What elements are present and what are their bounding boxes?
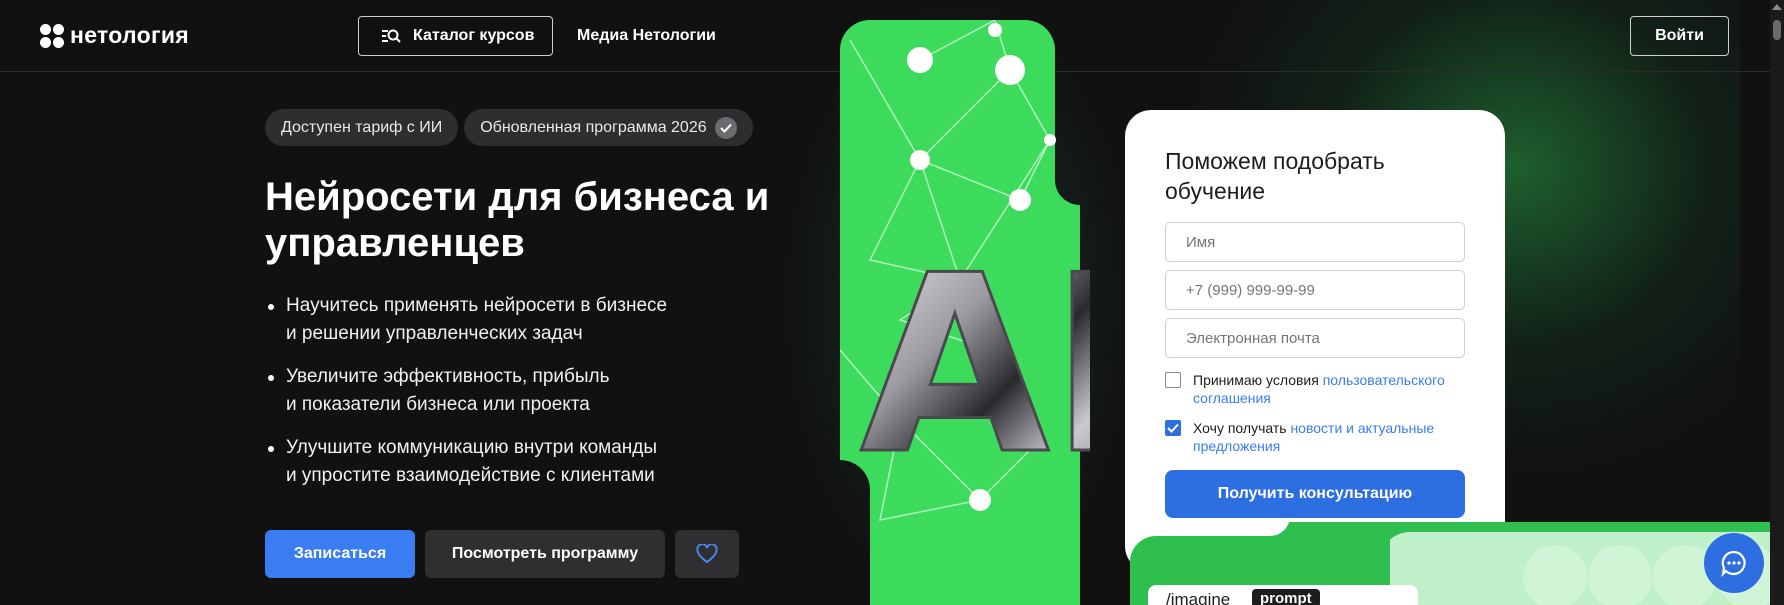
chat-icon [1721,550,1746,577]
media-link[interactable]: Медиа Нетологии [577,27,716,45]
list-item: Улучшите коммуникацию внутри команды и у… [265,434,785,490]
badge-label: Доступен тариф с ИИ [281,118,443,136]
name-field[interactable] [1165,222,1465,262]
logo[interactable]: нетология [40,22,189,49]
hero-actions: Записаться Посмотреть программу [265,530,739,578]
ai-illustration: AI [840,20,1090,605]
scroll-thumb[interactable] [1773,20,1781,40]
consultation-form: Поможем подобрать обучение Принимаю усло… [1125,110,1505,572]
news-checkbox[interactable] [1165,420,1181,436]
page-title: Нейросети для бизнеса и управленцев [265,175,770,265]
news-consent-row: Хочу получать новости и актуальные предл… [1165,419,1465,455]
course-badges: Доступен тариф с ИИ Обновленная программ… [265,109,753,146]
list-item: Научитесь применять нейросети в бизнесе … [265,292,785,348]
checkmark-icon [1167,423,1179,433]
catalog-label: Каталог курсов [413,27,535,44]
form-title: Поможем подобрать обучение [1165,148,1385,204]
badge-label: Обновленная программа 2026 [480,118,707,136]
terms-checkbox[interactable] [1165,372,1181,388]
phone-field[interactable] [1165,270,1465,310]
scroll-up-icon[interactable] [1772,4,1782,10]
badge-updated-program: Обновленная программа 2026 [464,109,753,146]
logo-text: нетология [70,22,190,48]
favorite-button[interactable] [675,530,739,578]
badge-ai-tariff: Доступен тариф с ИИ [265,109,459,146]
login-button[interactable]: Войти [1630,16,1729,56]
catalog-button[interactable]: Каталог курсов [358,16,553,56]
prompt-chip: prompt [1252,589,1320,605]
check-icon [714,116,737,139]
benefits-list: Научитесь применять нейросети в бизнесе … [265,292,785,505]
email-field[interactable] [1165,318,1465,358]
view-program-button[interactable]: Посмотреть программу [425,530,665,578]
news-text: Хочу получать новости и актуальные предл… [1193,420,1435,454]
imagine-text: /imagine [1166,590,1231,605]
terms-consent-row: Принимаю условия пользовательского согла… [1165,371,1465,407]
heart-icon [696,544,718,564]
chat-button[interactable] [1704,533,1764,593]
ai-text: AI [860,223,1090,508]
catalog-search-icon [382,29,401,43]
list-item: Увеличите эффективность, прибыль и показ… [265,363,785,419]
imagine-prompt-card: /imagine prompt [1148,585,1418,605]
scrollbar[interactable] [1770,0,1784,605]
logo-icon [40,23,64,48]
enroll-button[interactable]: Записаться [265,530,415,578]
get-consultation-button[interactable]: Получить консультацию [1165,470,1465,518]
terms-text: Принимаю условия пользовательского согла… [1193,372,1445,406]
